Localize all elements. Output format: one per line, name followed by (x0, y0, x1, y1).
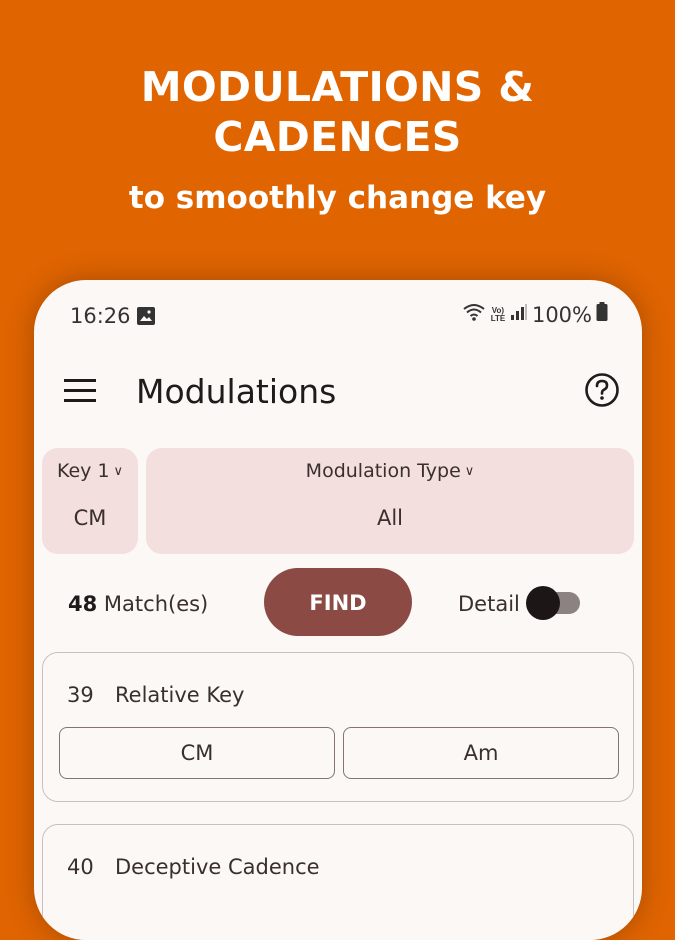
modulation-type-value: All (376, 506, 404, 530)
key-selector-label-row: Key 1 ∨ (42, 460, 138, 482)
status-time: 16:26 (70, 304, 131, 328)
result-card[interactable]: 39 Relative Key CM Am (42, 652, 634, 802)
status-bar: 16:26 Vo) LTE 100% (34, 280, 642, 350)
result-key-to[interactable]: Am (343, 727, 619, 779)
promo-subtitle: to smoothly change key (128, 180, 547, 216)
detail-label: Detail (458, 592, 520, 616)
match-count-label: Match(es) (103, 592, 209, 616)
help-icon[interactable] (584, 372, 620, 413)
key-selector[interactable]: Key 1 ∨ CM (42, 448, 138, 554)
modulation-type-label-row: Modulation Type ∨ (146, 460, 634, 482)
result-name: Relative Key (115, 683, 245, 707)
promo-title: MODULATIONS & CADENCES (0, 62, 675, 162)
modulation-type-selector[interactable]: Modulation Type ∨ All (146, 448, 634, 554)
page-title: Modulations (136, 372, 337, 411)
battery-percentage: 100% (531, 302, 592, 327)
promo-title-line1: MODULATIONS & (140, 63, 535, 111)
chevron-down-icon: ∨ (464, 464, 475, 479)
app-bar: Modulations (34, 350, 642, 430)
find-button[interactable]: FIND (264, 568, 412, 636)
menu-icon[interactable] (64, 378, 98, 409)
key-selector-value: CM (73, 506, 107, 530)
key-selector-label: Key 1 (56, 460, 110, 482)
result-card[interactable]: 40 Deceptive Cadence (42, 824, 634, 940)
phone-screen: 16:26 Vo) LTE 100% Modulations Key 1 ∨ C… (34, 280, 642, 940)
battery-icon (596, 302, 608, 327)
result-number: 40 (67, 855, 94, 879)
lte-label: LTE (490, 313, 506, 323)
chevron-down-icon: ∨ (113, 464, 124, 479)
modulation-type-label: Modulation Type (305, 460, 461, 482)
result-key-from[interactable]: CM (59, 727, 335, 779)
result-name: Deceptive Cadence (115, 855, 320, 879)
match-count: 48 Match(es) (68, 592, 208, 616)
promo-title-line2: CADENCES (213, 113, 462, 161)
match-count-number: 48 (68, 592, 98, 616)
volte-lte-icon: Vo) LTE (490, 306, 506, 323)
wifi-icon (462, 302, 486, 327)
detail-toggle-knob[interactable] (526, 586, 560, 620)
result-number: 39 (67, 683, 94, 707)
status-icons: Vo) LTE 100% (462, 302, 608, 327)
signal-icon (510, 303, 528, 326)
image-icon (136, 306, 156, 331)
